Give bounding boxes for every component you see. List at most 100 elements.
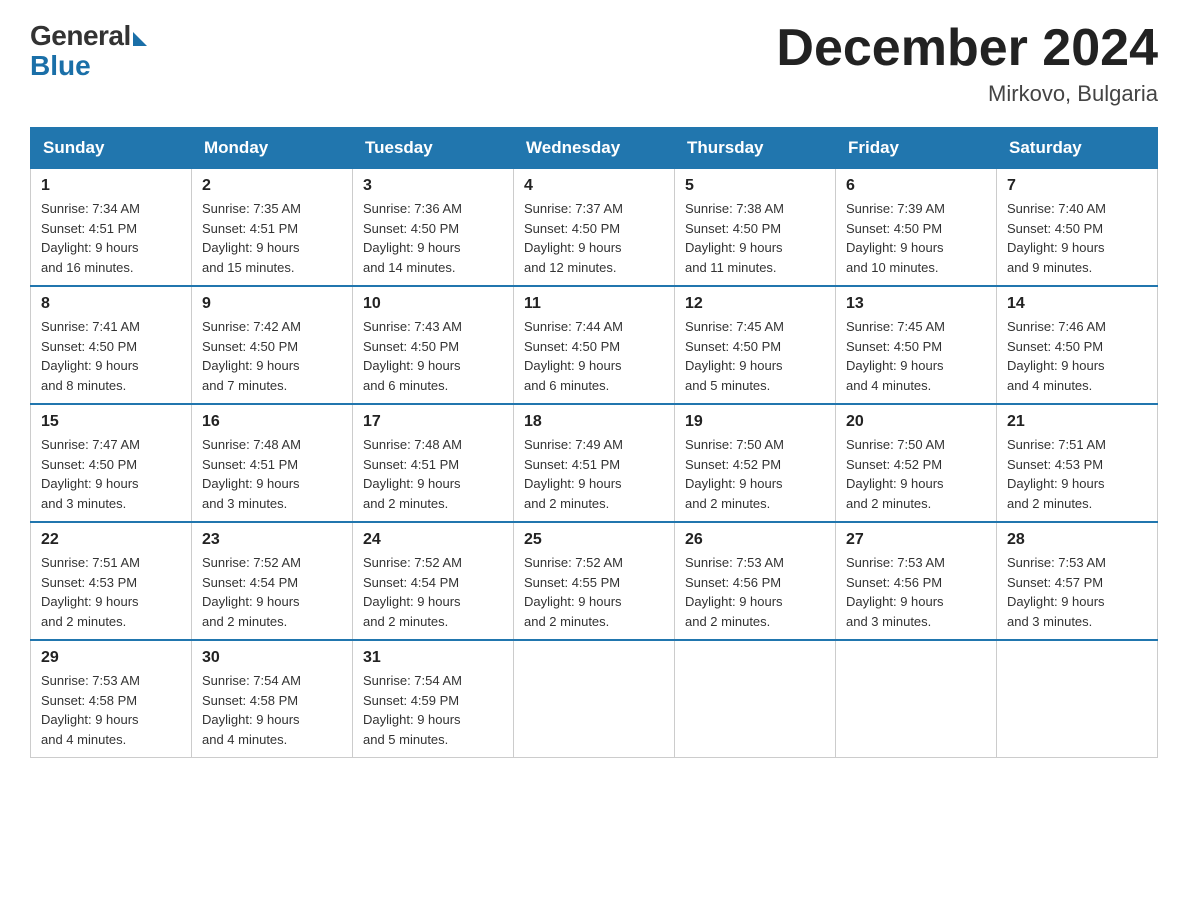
day-number: 13 — [846, 295, 986, 313]
location-text: Mirkovo, Bulgaria — [776, 81, 1158, 107]
day-number: 26 — [685, 531, 825, 549]
calendar-cell: 24 Sunrise: 7:52 AM Sunset: 4:54 PM Dayl… — [353, 522, 514, 640]
calendar-cell: 11 Sunrise: 7:44 AM Sunset: 4:50 PM Dayl… — [514, 286, 675, 404]
calendar-cell: 18 Sunrise: 7:49 AM Sunset: 4:51 PM Dayl… — [514, 404, 675, 522]
day-info: Sunrise: 7:54 AM Sunset: 4:58 PM Dayligh… — [202, 671, 342, 749]
calendar-cell: 22 Sunrise: 7:51 AM Sunset: 4:53 PM Dayl… — [31, 522, 192, 640]
calendar-week-2: 8 Sunrise: 7:41 AM Sunset: 4:50 PM Dayli… — [31, 286, 1158, 404]
day-number: 4 — [524, 177, 664, 195]
day-info: Sunrise: 7:49 AM Sunset: 4:51 PM Dayligh… — [524, 435, 664, 513]
weekday-header-row: SundayMondayTuesdayWednesdayThursdayFrid… — [31, 128, 1158, 169]
weekday-header-tuesday: Tuesday — [353, 128, 514, 169]
day-info: Sunrise: 7:48 AM Sunset: 4:51 PM Dayligh… — [363, 435, 503, 513]
calendar-cell: 21 Sunrise: 7:51 AM Sunset: 4:53 PM Dayl… — [997, 404, 1158, 522]
calendar-cell: 6 Sunrise: 7:39 AM Sunset: 4:50 PM Dayli… — [836, 169, 997, 287]
day-number: 24 — [363, 531, 503, 549]
logo: General Blue — [30, 20, 147, 80]
calendar-cell: 27 Sunrise: 7:53 AM Sunset: 4:56 PM Dayl… — [836, 522, 997, 640]
day-number: 9 — [202, 295, 342, 313]
day-number: 27 — [846, 531, 986, 549]
day-number: 18 — [524, 413, 664, 431]
calendar-cell: 17 Sunrise: 7:48 AM Sunset: 4:51 PM Dayl… — [353, 404, 514, 522]
calendar-cell: 30 Sunrise: 7:54 AM Sunset: 4:58 PM Dayl… — [192, 640, 353, 758]
day-info: Sunrise: 7:52 AM Sunset: 4:54 PM Dayligh… — [363, 553, 503, 631]
day-number: 15 — [41, 413, 181, 431]
logo-arrow-icon — [133, 32, 147, 46]
day-info: Sunrise: 7:53 AM Sunset: 4:56 PM Dayligh… — [685, 553, 825, 631]
calendar-table: SundayMondayTuesdayWednesdayThursdayFrid… — [30, 127, 1158, 758]
calendar-cell: 16 Sunrise: 7:48 AM Sunset: 4:51 PM Dayl… — [192, 404, 353, 522]
day-info: Sunrise: 7:45 AM Sunset: 4:50 PM Dayligh… — [846, 317, 986, 395]
day-info: Sunrise: 7:50 AM Sunset: 4:52 PM Dayligh… — [685, 435, 825, 513]
calendar-cell: 25 Sunrise: 7:52 AM Sunset: 4:55 PM Dayl… — [514, 522, 675, 640]
day-number: 8 — [41, 295, 181, 313]
day-number: 20 — [846, 413, 986, 431]
logo-general-text: General — [30, 20, 131, 52]
calendar-week-5: 29 Sunrise: 7:53 AM Sunset: 4:58 PM Dayl… — [31, 640, 1158, 758]
calendar-week-4: 22 Sunrise: 7:51 AM Sunset: 4:53 PM Dayl… — [31, 522, 1158, 640]
day-number: 16 — [202, 413, 342, 431]
weekday-header-sunday: Sunday — [31, 128, 192, 169]
day-info: Sunrise: 7:34 AM Sunset: 4:51 PM Dayligh… — [41, 199, 181, 277]
day-info: Sunrise: 7:45 AM Sunset: 4:50 PM Dayligh… — [685, 317, 825, 395]
day-number: 25 — [524, 531, 664, 549]
calendar-cell: 1 Sunrise: 7:34 AM Sunset: 4:51 PM Dayli… — [31, 169, 192, 287]
calendar-cell: 7 Sunrise: 7:40 AM Sunset: 4:50 PM Dayli… — [997, 169, 1158, 287]
calendar-cell — [675, 640, 836, 758]
weekday-header-saturday: Saturday — [997, 128, 1158, 169]
calendar-cell: 28 Sunrise: 7:53 AM Sunset: 4:57 PM Dayl… — [997, 522, 1158, 640]
calendar-cell: 12 Sunrise: 7:45 AM Sunset: 4:50 PM Dayl… — [675, 286, 836, 404]
calendar-week-1: 1 Sunrise: 7:34 AM Sunset: 4:51 PM Dayli… — [31, 169, 1158, 287]
calendar-cell: 2 Sunrise: 7:35 AM Sunset: 4:51 PM Dayli… — [192, 169, 353, 287]
day-info: Sunrise: 7:52 AM Sunset: 4:54 PM Dayligh… — [202, 553, 342, 631]
day-number: 30 — [202, 649, 342, 667]
day-number: 31 — [363, 649, 503, 667]
day-info: Sunrise: 7:40 AM Sunset: 4:50 PM Dayligh… — [1007, 199, 1147, 277]
day-number: 6 — [846, 177, 986, 195]
calendar-cell: 23 Sunrise: 7:52 AM Sunset: 4:54 PM Dayl… — [192, 522, 353, 640]
day-number: 28 — [1007, 531, 1147, 549]
calendar-cell: 9 Sunrise: 7:42 AM Sunset: 4:50 PM Dayli… — [192, 286, 353, 404]
calendar-cell — [997, 640, 1158, 758]
calendar-cell: 13 Sunrise: 7:45 AM Sunset: 4:50 PM Dayl… — [836, 286, 997, 404]
calendar-cell: 10 Sunrise: 7:43 AM Sunset: 4:50 PM Dayl… — [353, 286, 514, 404]
day-number: 3 — [363, 177, 503, 195]
day-number: 21 — [1007, 413, 1147, 431]
page-header: General Blue December 2024 Mirkovo, Bulg… — [30, 20, 1158, 107]
month-title: December 2024 — [776, 20, 1158, 77]
day-info: Sunrise: 7:46 AM Sunset: 4:50 PM Dayligh… — [1007, 317, 1147, 395]
day-info: Sunrise: 7:53 AM Sunset: 4:57 PM Dayligh… — [1007, 553, 1147, 631]
day-info: Sunrise: 7:53 AM Sunset: 4:58 PM Dayligh… — [41, 671, 181, 749]
calendar-cell: 19 Sunrise: 7:50 AM Sunset: 4:52 PM Dayl… — [675, 404, 836, 522]
calendar-cell: 3 Sunrise: 7:36 AM Sunset: 4:50 PM Dayli… — [353, 169, 514, 287]
day-info: Sunrise: 7:41 AM Sunset: 4:50 PM Dayligh… — [41, 317, 181, 395]
calendar-cell: 14 Sunrise: 7:46 AM Sunset: 4:50 PM Dayl… — [997, 286, 1158, 404]
calendar-cell: 26 Sunrise: 7:53 AM Sunset: 4:56 PM Dayl… — [675, 522, 836, 640]
day-number: 11 — [524, 295, 664, 313]
day-number: 7 — [1007, 177, 1147, 195]
day-number: 2 — [202, 177, 342, 195]
logo-blue-text: Blue — [30, 52, 91, 80]
day-number: 5 — [685, 177, 825, 195]
weekday-header-wednesday: Wednesday — [514, 128, 675, 169]
calendar-cell: 20 Sunrise: 7:50 AM Sunset: 4:52 PM Dayl… — [836, 404, 997, 522]
day-number: 22 — [41, 531, 181, 549]
day-number: 1 — [41, 177, 181, 195]
weekday-header-monday: Monday — [192, 128, 353, 169]
day-info: Sunrise: 7:48 AM Sunset: 4:51 PM Dayligh… — [202, 435, 342, 513]
day-info: Sunrise: 7:44 AM Sunset: 4:50 PM Dayligh… — [524, 317, 664, 395]
calendar-week-3: 15 Sunrise: 7:47 AM Sunset: 4:50 PM Dayl… — [31, 404, 1158, 522]
calendar-cell: 8 Sunrise: 7:41 AM Sunset: 4:50 PM Dayli… — [31, 286, 192, 404]
day-info: Sunrise: 7:54 AM Sunset: 4:59 PM Dayligh… — [363, 671, 503, 749]
day-info: Sunrise: 7:38 AM Sunset: 4:50 PM Dayligh… — [685, 199, 825, 277]
weekday-header-friday: Friday — [836, 128, 997, 169]
calendar-cell: 29 Sunrise: 7:53 AM Sunset: 4:58 PM Dayl… — [31, 640, 192, 758]
day-info: Sunrise: 7:42 AM Sunset: 4:50 PM Dayligh… — [202, 317, 342, 395]
calendar-cell — [836, 640, 997, 758]
day-info: Sunrise: 7:43 AM Sunset: 4:50 PM Dayligh… — [363, 317, 503, 395]
calendar-cell: 31 Sunrise: 7:54 AM Sunset: 4:59 PM Dayl… — [353, 640, 514, 758]
day-info: Sunrise: 7:51 AM Sunset: 4:53 PM Dayligh… — [41, 553, 181, 631]
day-number: 19 — [685, 413, 825, 431]
calendar-cell: 15 Sunrise: 7:47 AM Sunset: 4:50 PM Dayl… — [31, 404, 192, 522]
calendar-cell: 4 Sunrise: 7:37 AM Sunset: 4:50 PM Dayli… — [514, 169, 675, 287]
